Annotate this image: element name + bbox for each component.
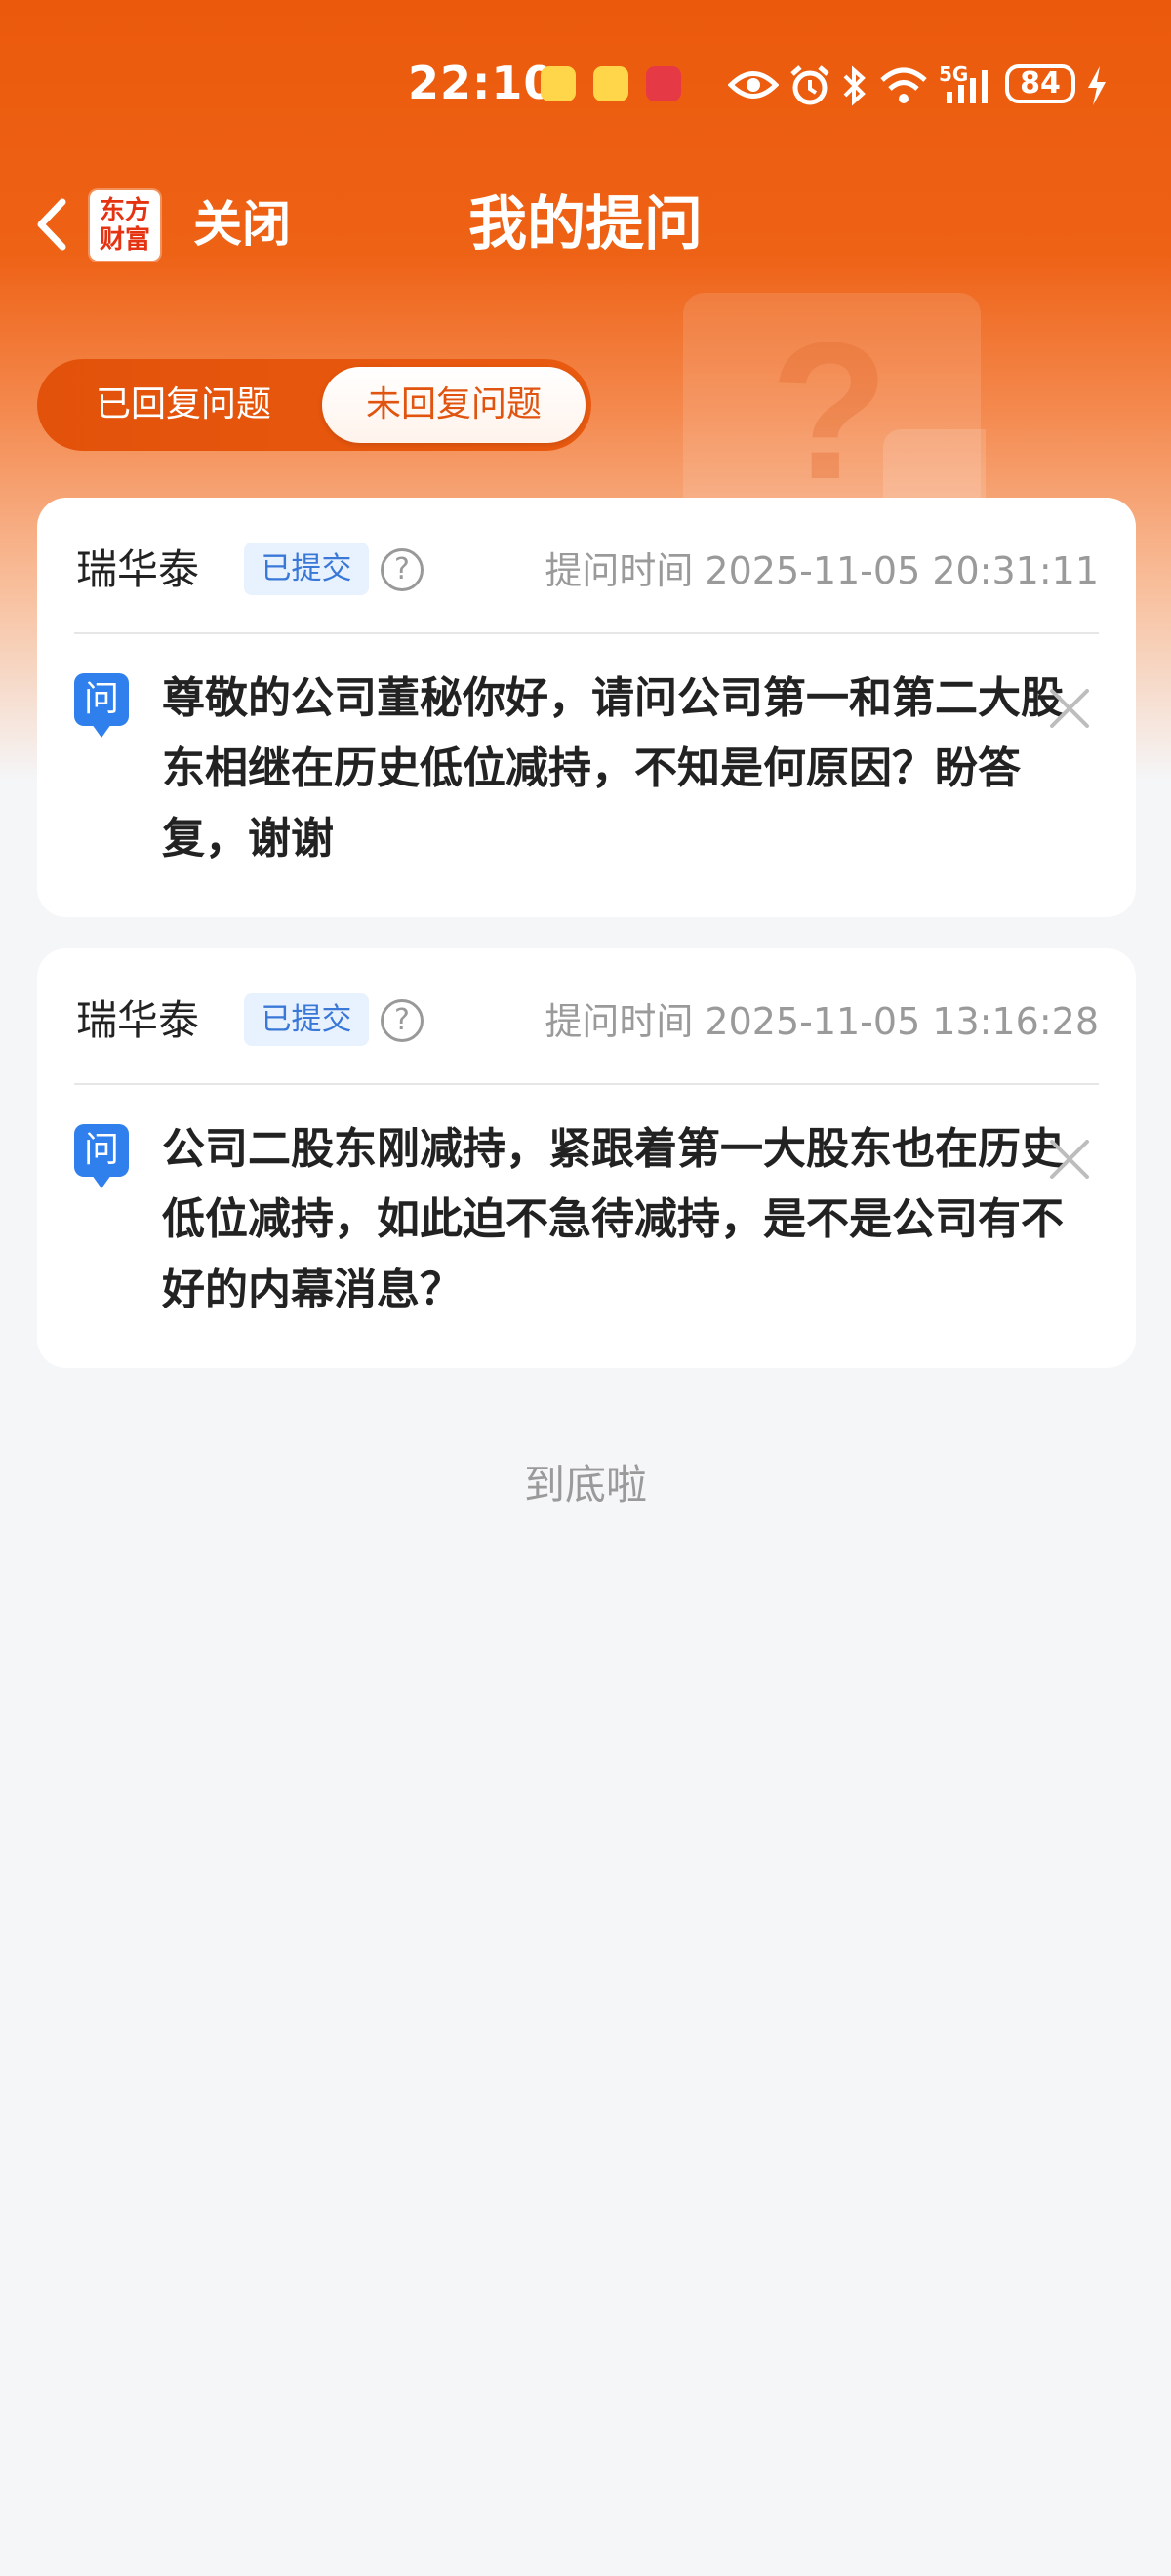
signal-icon <box>947 70 988 103</box>
company-name: 瑞华泰 <box>76 545 200 593</box>
charging-icon <box>1088 66 1106 105</box>
end-of-list-text: 到底啦 <box>523 1461 647 1509</box>
question-tabs: 已回复问题 未回复问题 <box>37 359 591 451</box>
divider <box>74 632 1099 634</box>
company-name: 瑞华泰 <box>76 996 200 1044</box>
notification-app-icon <box>593 66 628 101</box>
close-icon[interactable] <box>1048 1138 1091 1181</box>
tab-unanswered[interactable]: 未回复问题 <box>322 367 586 443</box>
notification-app-icon <box>541 66 576 101</box>
wifi-icon <box>880 67 927 103</box>
divider <box>74 1083 1099 1085</box>
question-text: 公司二股东刚减持，紧跟着第一大股东也在历史低位减持，如此迫不急待减持，是不是公司… <box>162 1124 1064 1314</box>
help-icon[interactable]: ? <box>381 999 424 1042</box>
question-card[interactable]: 瑞华泰 已提交 ? 提问时间 2025-11-05 13:16:28 问 公司二… <box>37 948 1136 1368</box>
question-icon: 问 <box>74 673 129 738</box>
question-card[interactable]: 瑞华泰 已提交 ? 提问时间 2025-11-05 20:31:11 问 尊敬的… <box>37 498 1136 917</box>
status-time: 22:10 <box>408 57 556 109</box>
close-icon[interactable] <box>1048 687 1091 730</box>
question-icon: 问 <box>74 1124 129 1188</box>
status-badge: 已提交 <box>244 993 369 1046</box>
question-time: 提问时间 2025-11-05 13:16:28 <box>545 1000 1099 1043</box>
bluetooth-icon <box>843 65 866 106</box>
status-badge: 已提交 <box>244 543 369 595</box>
battery-indicator: 84 <box>1005 64 1075 103</box>
question-text: 尊敬的公司董秘你好，请问公司第一和第二大股东相继在历史低位减持，不知是何原因？盼… <box>162 673 1064 864</box>
alarm-icon <box>790 65 829 105</box>
navigation-bar: 东方 财富 关闭 我的提问 <box>0 171 1171 278</box>
page-title: 我的提问 <box>468 190 703 259</box>
notification-app-icon <box>646 66 681 101</box>
battery-level: 84 <box>1020 66 1061 101</box>
svg-text:?: ? <box>770 302 889 520</box>
tab-answered[interactable]: 已回复问题 <box>37 367 330 443</box>
eye-icon <box>728 71 779 99</box>
status-bar: 22:10 5G 84 <box>0 0 1171 171</box>
help-icon[interactable]: ? <box>381 548 424 591</box>
question-time: 提问时间 2025-11-05 20:31:11 <box>545 549 1099 592</box>
